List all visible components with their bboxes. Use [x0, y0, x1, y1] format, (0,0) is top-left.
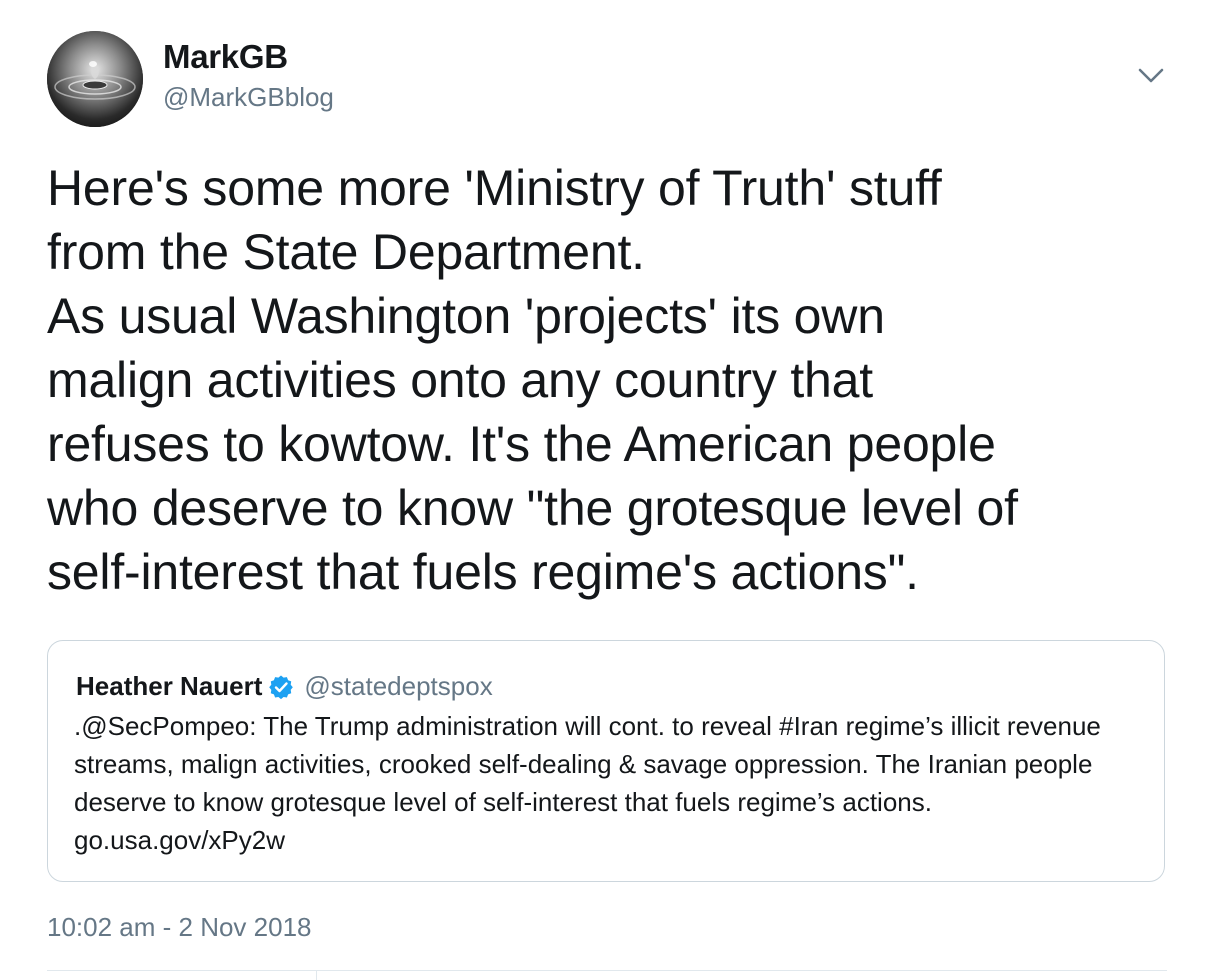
water-drop-avatar-icon — [47, 31, 143, 127]
chevron-down-icon[interactable] — [1136, 64, 1166, 88]
quoted-tweet[interactable]: Heather Nauert @statedeptspox .@SecPompe… — [47, 640, 1165, 882]
tweet-text: Here's some more 'Ministry of Truth' stu… — [47, 160, 1018, 600]
quoted-author-handle: @statedeptspox — [304, 671, 493, 701]
divider-tick — [316, 970, 317, 980]
author-display-name[interactable]: MarkGB — [163, 38, 288, 76]
quoted-author-name: Heather Nauert — [76, 671, 263, 701]
author-avatar[interactable] — [47, 31, 143, 127]
author-handle[interactable]: @MarkGBblog — [163, 82, 334, 113]
quoted-tweet-text: .@SecPompeo: The Trump administration wi… — [74, 711, 1101, 855]
quoted-tweet-header: Heather Nauert @statedeptspox — [76, 671, 493, 702]
tweet-card: MarkGB @MarkGBblog Here's some more 'Min… — [0, 0, 1224, 980]
verified-badge-icon — [268, 674, 294, 700]
tweet-timestamp[interactable]: 10:02 am - 2 Nov 2018 — [47, 912, 312, 943]
divider — [47, 970, 1167, 971]
